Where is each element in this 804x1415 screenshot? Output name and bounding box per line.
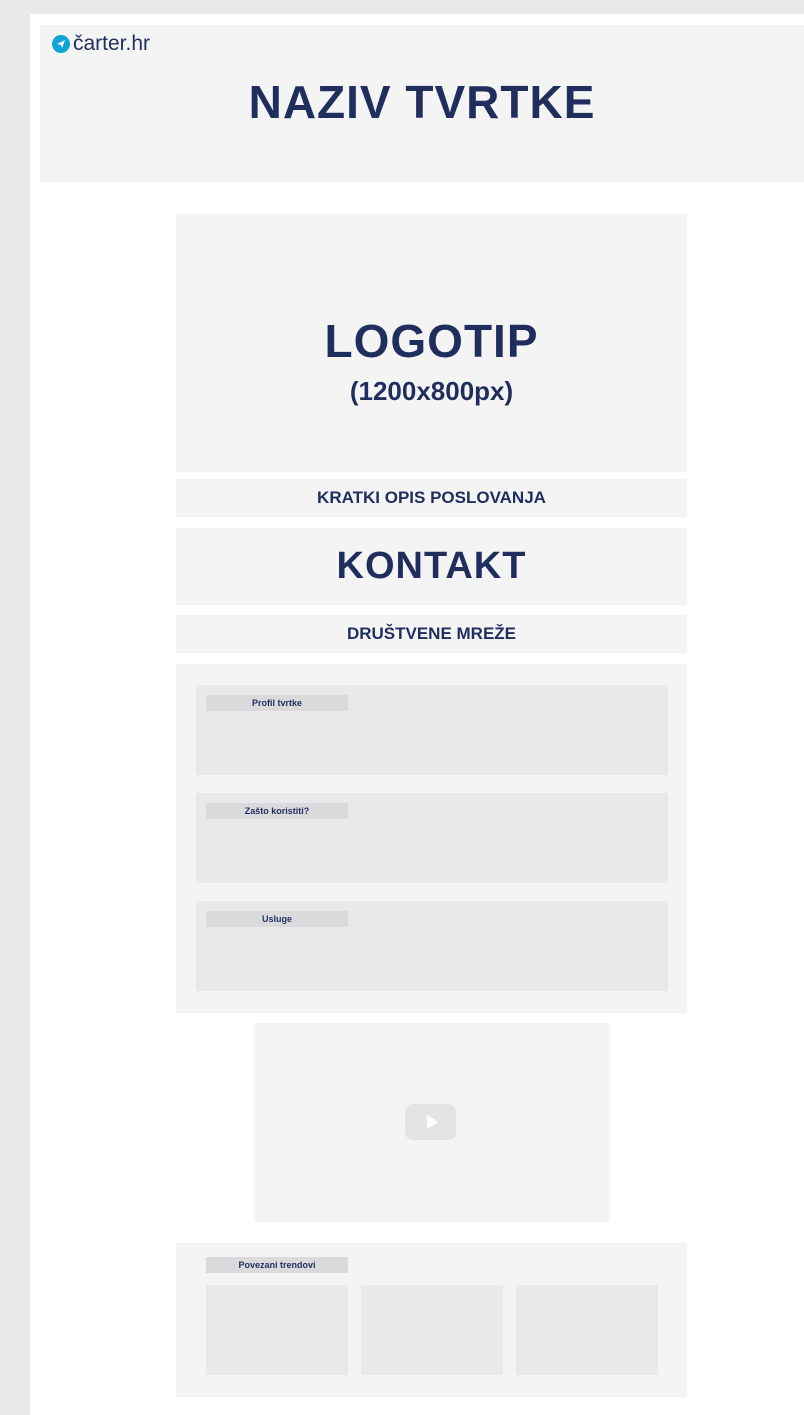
section-label: Zašto koristiti? (206, 803, 348, 819)
social-networks[interactable]: DRUŠTVENE MREŽE (176, 615, 687, 653)
trend-card[interactable] (361, 1285, 503, 1375)
section-label: Usluge (206, 911, 348, 927)
header: čarter.hr NAZIV TVRTKE (40, 25, 804, 182)
contact-block[interactable]: KONTAKT (176, 528, 687, 605)
company-name: NAZIV TVRTKE (248, 76, 596, 128)
brand-logo[interactable]: čarter.hr (52, 32, 150, 56)
video-placeholder[interactable] (254, 1023, 610, 1222)
business-description: KRATKI OPIS POSLOVANJA (176, 479, 687, 517)
brand-name: čarter.hr (73, 32, 151, 55)
section-services: Usluge (196, 901, 668, 991)
section-why-use: Zašto koristiti? (196, 793, 668, 883)
info-sections: Profil tvrtke Zašto koristiti? Usluge (176, 664, 687, 1013)
trend-card[interactable] (206, 1285, 348, 1375)
trends-label: Povezani trendovi (206, 1257, 348, 1273)
section-label: Profil tvrtke (206, 695, 348, 711)
logo-size: (1200x800px) (349, 376, 514, 406)
related-trends: Povezani trendovi (176, 1243, 687, 1397)
page: čarter.hr NAZIV TVRTKE LOGOTIP (1200x800… (30, 14, 804, 1415)
section-company-profile: Profil tvrtke (196, 685, 668, 775)
play-triangle (426, 1115, 438, 1129)
paper-plane-icon (52, 35, 70, 53)
logo-title: LOGOTIP (324, 315, 539, 367)
logo-placeholder: LOGOTIP (1200x800px) (176, 214, 687, 472)
trend-card[interactable] (516, 1285, 658, 1375)
play-icon[interactable] (405, 1104, 456, 1140)
